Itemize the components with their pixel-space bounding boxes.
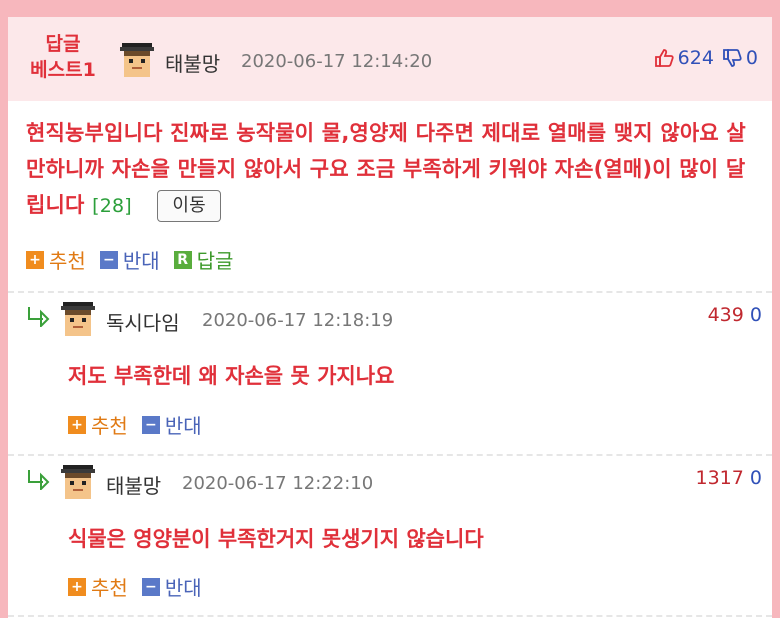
best-reply-badge: 답글 베스트1 (28, 31, 98, 83)
recommend-label: 추천 (49, 249, 86, 273)
recommend-label: 추천 (91, 414, 128, 438)
move-button[interactable]: 이동 (157, 190, 221, 222)
pixel-face-avatar-icon[interactable] (61, 300, 95, 336)
reply-actions: + 추천 − 반대 (68, 572, 202, 601)
best-badge-line2: 베스트1 (30, 59, 96, 81)
comment-thread: 답글 베스트1 태불망 2020-06-17 12:14:20 624 0 현직… (8, 17, 772, 618)
recommend-button[interactable]: + 추천 (68, 410, 128, 439)
author-name[interactable]: 태불망 (165, 48, 220, 77)
post-timestamp: 2020-06-17 12:14:20 (241, 51, 433, 72)
reply-text: 저도 부족한데 왜 자손을 못 가지나요 (68, 364, 395, 388)
oppose-label: 반대 (164, 576, 202, 600)
reply-button[interactable]: R 답글 (173, 245, 234, 274)
oppose-button[interactable]: − 반대 (99, 245, 160, 274)
plus-icon: + (26, 250, 44, 269)
oppose-button[interactable]: − 반대 (141, 410, 202, 439)
reply-timestamp: 2020-06-17 12:18:19 (202, 310, 394, 331)
reply-count[interactable]: [28] (92, 195, 132, 217)
downvote-count: 0 (745, 47, 758, 69)
minus-icon: − (99, 250, 118, 269)
minus-icon: − (141, 577, 160, 596)
reply-upvote-count: 1317 (695, 467, 744, 489)
best-badge-line1: 답글 (45, 33, 81, 55)
divider (8, 615, 772, 617)
plus-icon: + (68, 415, 86, 434)
thumbs-down-icon[interactable] (721, 47, 743, 69)
reply-author-name[interactable]: 태불망 (106, 470, 161, 499)
upvote-count: 624 (677, 47, 714, 69)
best-comment-actions: + 추천 − 반대 R 답글 (26, 245, 233, 274)
reply-text: 식물은 영양분이 부족한거지 못생기지 않습니다 (68, 527, 484, 551)
reply-arrow-icon (28, 470, 50, 490)
reply-downvote-count: 0 (749, 467, 762, 489)
reply-vote-counts: 1317 0 (696, 467, 763, 489)
best-comment-header: 답글 베스트1 태불망 2020-06-17 12:14:20 624 0 (8, 17, 772, 101)
comment-text: 현직농부입니다 진짜로 농작물이 물,영양제 다주면 제대로 열매를 맺지 않아… (26, 121, 746, 217)
reply-arrow-icon (28, 307, 50, 327)
reply-label: 답글 (196, 249, 234, 273)
recommend-label: 추천 (91, 576, 128, 600)
thumbs-up-icon[interactable] (653, 47, 675, 69)
recommend-button[interactable]: + 추천 (68, 572, 128, 601)
divider (8, 291, 772, 293)
reply-upvote-count: 439 (707, 304, 744, 326)
oppose-button[interactable]: − 반대 (141, 572, 202, 601)
oppose-label: 반대 (164, 414, 202, 438)
plus-icon: + (68, 577, 86, 596)
best-comment-body: 현직농부입니다 진짜로 농작물이 물,영양제 다주면 제대로 열매를 맺지 않아… (26, 115, 761, 224)
reply-r-icon: R (173, 250, 192, 269)
pixel-face-avatar-icon[interactable] (120, 41, 154, 77)
reply-downvote-count: 0 (749, 304, 762, 326)
vote-counts: 624 0 (653, 47, 758, 69)
oppose-label: 반대 (122, 249, 160, 273)
reply-author-name[interactable]: 독시다임 (106, 307, 180, 336)
reply-actions: + 추천 − 반대 (68, 410, 202, 439)
minus-icon: − (141, 415, 160, 434)
pixel-face-avatar-icon[interactable] (61, 463, 95, 499)
divider (8, 454, 772, 456)
reply-vote-counts: 439 0 (708, 304, 762, 326)
recommend-button[interactable]: + 추천 (26, 245, 86, 274)
reply-timestamp: 2020-06-17 12:22:10 (182, 473, 374, 494)
